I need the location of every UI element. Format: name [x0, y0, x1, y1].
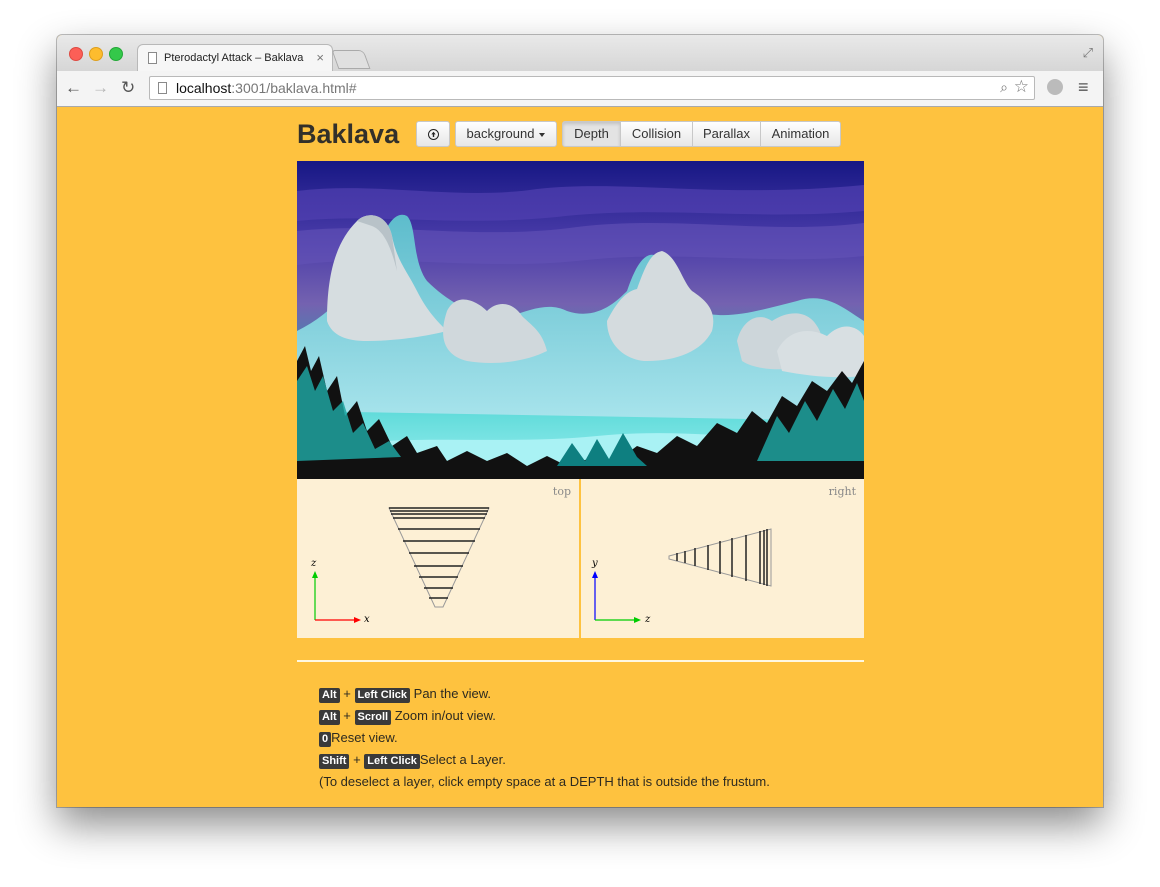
new-tab-button[interactable] — [331, 50, 371, 69]
zoom-icon[interactable]: ⌕ — [1000, 79, 1008, 96]
help-section: Alt + Left Click Pan the view. Alt + Scr… — [319, 683, 770, 793]
right-view[interactable]: right y z — [581, 479, 864, 638]
help-text: Reset view. — [331, 730, 398, 745]
axis-label-z-right: z — [645, 614, 651, 625]
plus-sign: + — [343, 686, 351, 701]
axis-label-x: x — [364, 614, 370, 625]
page-icon — [158, 82, 167, 94]
upload-icon — [427, 129, 439, 141]
tab-animation[interactable]: Animation — [760, 121, 841, 147]
help-deselect: (To deselect a layer, click empty space … — [319, 774, 770, 789]
right-view-canvas[interactable] — [581, 479, 864, 638]
layer-select-value: background — [466, 126, 535, 141]
help-zoom: Alt + Scroll Zoom in/out view. — [319, 705, 770, 727]
url-text[interactable]: localhost:3001/baklava.html# — [176, 80, 357, 96]
tab-collision[interactable]: Collision — [620, 121, 693, 147]
help-select: Shift + Left Click Select a Layer. — [319, 749, 770, 771]
minimize-window-button[interactable] — [89, 47, 103, 61]
page-icon — [148, 52, 157, 64]
browser-tab[interactable]: Pterodactyl Attack – Baklava × — [137, 44, 333, 72]
help-text: Pan the view. — [410, 686, 491, 701]
help-text: Zoom in/out view. — [391, 708, 496, 723]
key-badge: Left Click — [364, 754, 420, 769]
plus-sign: + — [343, 708, 351, 723]
caret-down-icon — [539, 132, 546, 137]
tab-close-icon[interactable]: × — [316, 50, 324, 65]
url-host: localhost — [176, 80, 232, 96]
key-badge: Alt — [319, 710, 340, 725]
ortho-views: top z x right y z — [297, 479, 864, 638]
key-badge: Alt — [319, 688, 340, 703]
top-view[interactable]: top z x — [297, 479, 581, 638]
bookmark-star-icon[interactable]: ☆ — [1014, 77, 1029, 97]
back-arrow-icon[interactable]: ← — [65, 78, 82, 98]
address-bar[interactable]: localhost:3001/baklava.html# ⌕ ☆ — [149, 76, 1035, 100]
fullscreen-icon[interactable]: ⤢ — [1083, 45, 1093, 61]
tab-parallax[interactable]: Parallax — [692, 121, 761, 147]
key-badge: Left Click — [354, 688, 411, 703]
browser-window: Pterodactyl Attack – Baklava × ⤢ ← → ↻ l… — [57, 35, 1103, 807]
tab-title: Pterodactyl Attack – Baklava — [164, 52, 304, 64]
brand-title: Baklava — [297, 119, 400, 149]
help-reset: 0 Reset view. — [319, 727, 770, 749]
divider — [297, 660, 864, 662]
key-badge: 0 — [319, 732, 332, 747]
help-text: Select a Layer. — [419, 752, 506, 767]
layer-select-dropdown[interactable]: background — [455, 121, 557, 147]
tab-depth[interactable]: Depth — [562, 121, 621, 147]
menu-icon[interactable]: ≡ — [1078, 78, 1089, 96]
browser-toolbar: ← → ↻ localhost:3001/baklava.html# ⌕ ☆ ≡ — [57, 71, 1103, 107]
zoom-window-button[interactable] — [109, 47, 123, 61]
extension-icon[interactable] — [1047, 79, 1063, 95]
reload-icon[interactable]: ↻ — [121, 78, 135, 98]
scene-canvas[interactable] — [297, 161, 864, 479]
axis-label-z: z — [311, 558, 317, 569]
upload-button[interactable] — [416, 121, 450, 147]
axis-label-y: y — [592, 558, 598, 569]
forward-arrow-icon[interactable]: → — [92, 78, 109, 98]
page-content: Baklava background Depth Collision Paral… — [57, 107, 1103, 807]
help-pan: Alt + Left Click Pan the view. — [319, 683, 770, 705]
key-badge: Shift — [319, 754, 350, 769]
plus-sign: + — [353, 752, 361, 767]
url-path: :3001/baklava.html# — [231, 80, 357, 96]
close-window-button[interactable] — [69, 47, 83, 61]
title-bar: Pterodactyl Attack – Baklava × ⤢ — [57, 35, 1103, 72]
key-badge: Scroll — [354, 710, 392, 725]
top-view-canvas[interactable] — [297, 479, 579, 638]
